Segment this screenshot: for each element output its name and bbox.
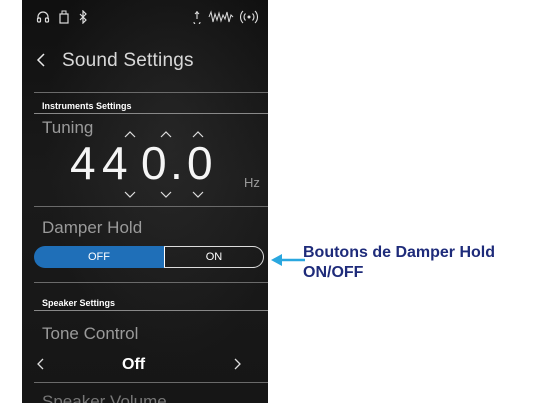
divider [34,282,268,283]
tuning-decimal-point: . [170,137,183,189]
callout-arrow [271,254,305,266]
piano-app-screen: Sound Settings Instruments Settings Tuni… [22,0,268,403]
divider [34,206,268,207]
divider [34,310,268,311]
tone-control-value: Off [122,356,146,373]
tuning-unit: Hz [244,175,260,190]
divider [34,382,268,383]
chevron-right-icon[interactable] [232,356,242,377]
divider [34,92,268,93]
tuning-digit-tenths: 0 [187,137,213,189]
tuning-digit1-down-icon[interactable] [124,186,136,198]
bluetooth-icon [78,9,88,29]
tuning-digit2-up-icon[interactable] [160,125,172,138]
damper-hold-off-button[interactable]: OFF [34,246,164,268]
tuning-digit1-up-icon[interactable] [124,125,136,138]
header: Sound Settings [22,50,268,78]
section-label-instruments: Instruments Settings [42,101,132,111]
tuning-digit-ones: 0 [141,137,167,189]
page-title: Sound Settings [62,50,194,71]
audio-out-icon [192,10,202,29]
tuning-digit2-down-icon[interactable] [160,186,172,198]
tone-control-selector: Off [22,356,268,378]
chevron-left-icon[interactable] [36,52,48,70]
tuning-label: Tuning [42,118,94,137]
headphones-icon [36,10,50,29]
tuning-digit-tens: 4 [102,137,128,189]
status-bar [22,8,268,30]
divider [34,113,268,114]
callout-label: Boutons de Damper Hold ON/OFF [303,243,559,283]
tone-control-label: Tone Control [42,324,139,343]
wifi-icon [239,10,259,29]
tuning-digit3-up-icon[interactable] [192,125,204,138]
sound-wave-icon [208,10,234,29]
damper-hold-toggle: OFF ON [34,246,264,268]
speaker-volume-label-partial: Speaker Volume [42,392,167,403]
damper-hold-label: Damper Hold [42,218,143,237]
usb-icon [58,10,70,29]
chevron-left-icon[interactable] [36,356,46,377]
section-label-speaker: Speaker Settings [42,298,116,308]
callout-line-2: ON/OFF [303,264,364,281]
damper-hold-on-button[interactable]: ON [164,246,264,268]
tuning-digit3-down-icon[interactable] [192,186,204,198]
tuning-digit-hundreds: 4 [70,137,96,189]
callout-line-1: Boutons de Damper Hold [303,244,496,261]
